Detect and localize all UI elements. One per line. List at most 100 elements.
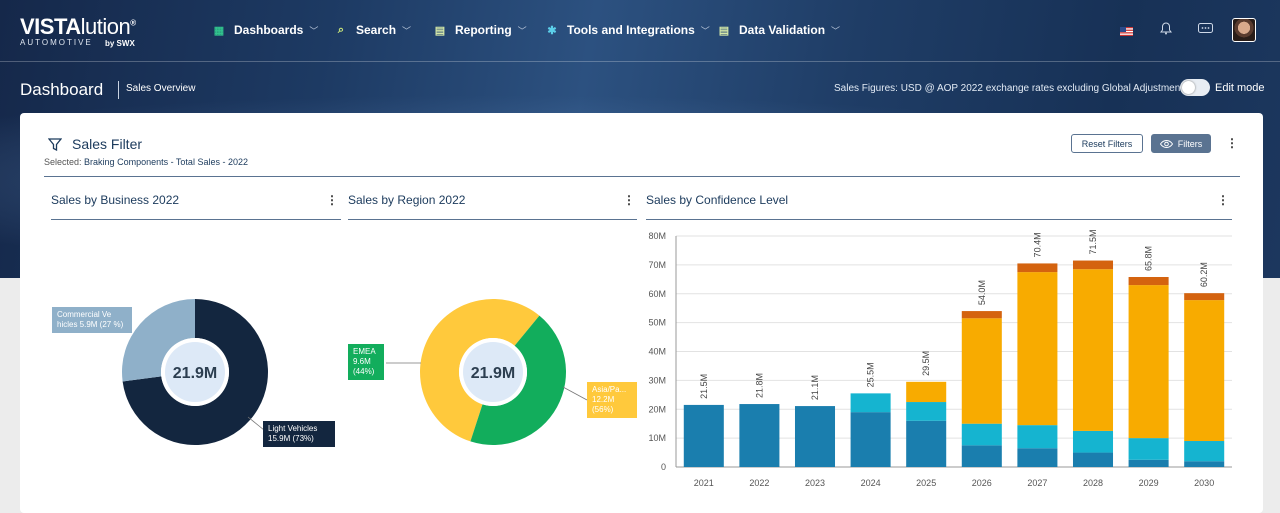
avatar[interactable] <box>1232 18 1256 42</box>
x-tick-label: 2029 <box>1139 478 1159 488</box>
page-title: Dashboard <box>20 80 104 99</box>
bar-segment[interactable] <box>1128 285 1169 439</box>
bar-total-label: 21.5M <box>699 374 709 399</box>
checklist-icon: ▤ <box>718 24 730 37</box>
bar-segment[interactable] <box>1184 300 1225 442</box>
top-nav: VISTAlution® AUTOMOTIVE by SWX ▦ Dashboa… <box>0 0 1280 62</box>
x-tick-label: 2030 <box>1194 478 1214 488</box>
x-tick-label: 2028 <box>1083 478 1103 488</box>
bar-total-label: 70.4M <box>1032 232 1042 257</box>
filter-divider <box>44 176 1240 177</box>
x-tick-label: 2025 <box>916 478 936 488</box>
tools-icon: ✱ <box>547 24 557 37</box>
bar-segment[interactable] <box>683 404 724 467</box>
nav-search[interactable]: ⌕ Search ﹀ <box>334 23 411 37</box>
bar-total-label: 71.5M <box>1088 230 1098 255</box>
bar-total-label: 25.5M <box>866 362 876 387</box>
chevron-down-icon: ﹀ <box>309 25 319 36</box>
bar-segment[interactable] <box>1017 425 1058 449</box>
bar-segment[interactable] <box>906 402 947 421</box>
bar-segment[interactable] <box>961 318 1002 424</box>
bar-segment[interactable] <box>850 412 891 467</box>
bar-segment[interactable] <box>1017 272 1058 426</box>
bar-segment[interactable] <box>961 311 1002 319</box>
filter-icon <box>48 137 62 151</box>
bell-icon[interactable] <box>1160 22 1172 38</box>
bar-segment[interactable] <box>1128 438 1169 460</box>
nav-reporting[interactable]: ▤ Reporting ﹀ <box>433 23 527 37</box>
y-tick-label: 50M <box>648 318 666 328</box>
divider <box>118 81 119 99</box>
x-tick-label: 2026 <box>972 478 992 488</box>
donut-center-label: 21.9M <box>173 365 217 382</box>
search-icon: ⌕ <box>337 23 345 36</box>
x-tick-label: 2024 <box>861 478 881 488</box>
grid-icon: ▦ <box>213 24 225 37</box>
bar-total-label: 65.8M <box>1144 246 1154 271</box>
nav-dashboards[interactable]: ▦ Dashboards ﹀ <box>212 23 319 37</box>
us-flag-icon[interactable] <box>1120 24 1133 39</box>
breadcrumb[interactable]: Sales Overview <box>126 83 195 94</box>
bar-segment[interactable] <box>739 404 780 467</box>
selected-filter: Selected: Braking Components - Total Sal… <box>44 157 248 167</box>
region-menu-icon[interactable]: ⋮ <box>623 193 635 207</box>
y-tick-label: 70M <box>648 260 666 270</box>
x-tick-label: 2021 <box>694 478 714 488</box>
bar-segment[interactable] <box>1072 260 1114 270</box>
filters-button[interactable]: Filters <box>1151 134 1211 153</box>
bar-segment[interactable] <box>1184 293 1225 301</box>
bar-segment[interactable] <box>1017 263 1058 273</box>
bar-segment[interactable] <box>906 420 947 467</box>
panel-divider <box>646 219 1232 220</box>
confidence-menu-icon[interactable]: ⋮ <box>1217 193 1229 207</box>
bar-segment[interactable] <box>850 393 891 413</box>
sales-by-region-title: Sales by Region 2022 <box>348 193 466 207</box>
sales-figures-note: Sales Figures: USD @ AOP 2022 exchange r… <box>834 83 1189 94</box>
chat-icon[interactable] <box>1198 23 1213 38</box>
y-tick-label: 30M <box>648 375 666 385</box>
brand-logo[interactable]: VISTAlution® AUTOMOTIVE by SWX <box>20 14 136 48</box>
sales-filter-header: Sales Filter <box>48 136 142 152</box>
y-tick-label: 40M <box>648 347 666 357</box>
x-tick-label: 2027 <box>1027 478 1047 488</box>
panel-divider <box>51 219 341 220</box>
edit-mode-toggle[interactable] <box>1180 79 1210 96</box>
y-tick-label: 60M <box>648 289 666 299</box>
nav-label: Search <box>356 23 397 37</box>
edit-mode-label: Edit mode <box>1215 82 1265 94</box>
reset-filters-button[interactable]: Reset Filters <box>1071 134 1143 153</box>
bar-segment[interactable] <box>1072 452 1114 467</box>
asia-pacific-label: Asia/Pa... 12.2M (56%) <box>587 382 637 418</box>
commercial-vehicles-label: Commercial Ve hicles 5.9M (27 %) <box>52 307 132 333</box>
more-options-icon[interactable]: ⋮ <box>1226 136 1238 150</box>
bar-segment[interactable] <box>1072 430 1114 453</box>
nav-data-validation[interactable]: ▤ Data Validation ﹀ <box>717 23 840 37</box>
sales-filter-title: Sales Filter <box>72 136 143 152</box>
emea-label: EMEA 9.6M (44%) <box>348 344 384 380</box>
bar-total-label: 54.0M <box>977 280 987 305</box>
business-menu-icon[interactable]: ⋮ <box>326 193 338 207</box>
chevron-down-icon: ﹀ <box>517 25 527 36</box>
bar-segment[interactable] <box>961 423 1002 446</box>
donut-center-label: 21.9M <box>471 365 515 382</box>
nav-label: Tools and Integrations <box>567 23 695 37</box>
nav-tools-and-integrations[interactable]: ✱ Tools and Integrations ﹀ <box>545 23 709 37</box>
nav-label: Dashboards <box>234 23 304 37</box>
bar-total-label: 21.1M <box>810 375 820 400</box>
bar-segment[interactable] <box>961 445 1002 467</box>
confidence-bar-chart: 0 10M 20M 30M 40M 50M 60M 70M 80M 2021 21.5M 2022 21… <box>648 230 1232 488</box>
sales-by-confidence-title: Sales by Confidence Level <box>646 193 789 207</box>
bar-segment[interactable] <box>1017 448 1058 467</box>
bar-segment[interactable] <box>1184 441 1225 462</box>
nav-label: Data Validation <box>739 23 826 37</box>
bar-segment[interactable] <box>1128 459 1169 467</box>
bar-segment[interactable] <box>1128 277 1169 286</box>
bar-segment[interactable] <box>1184 461 1225 467</box>
bar-segment[interactable] <box>906 381 947 403</box>
bar-total-label: 29.5M <box>921 351 931 376</box>
bar-segment[interactable] <box>1072 269 1114 431</box>
bar-segment[interactable] <box>794 406 836 467</box>
nav-label: Reporting <box>455 23 512 37</box>
y-tick-label: 10M <box>648 433 666 443</box>
y-tick-label: 0 <box>661 462 666 472</box>
